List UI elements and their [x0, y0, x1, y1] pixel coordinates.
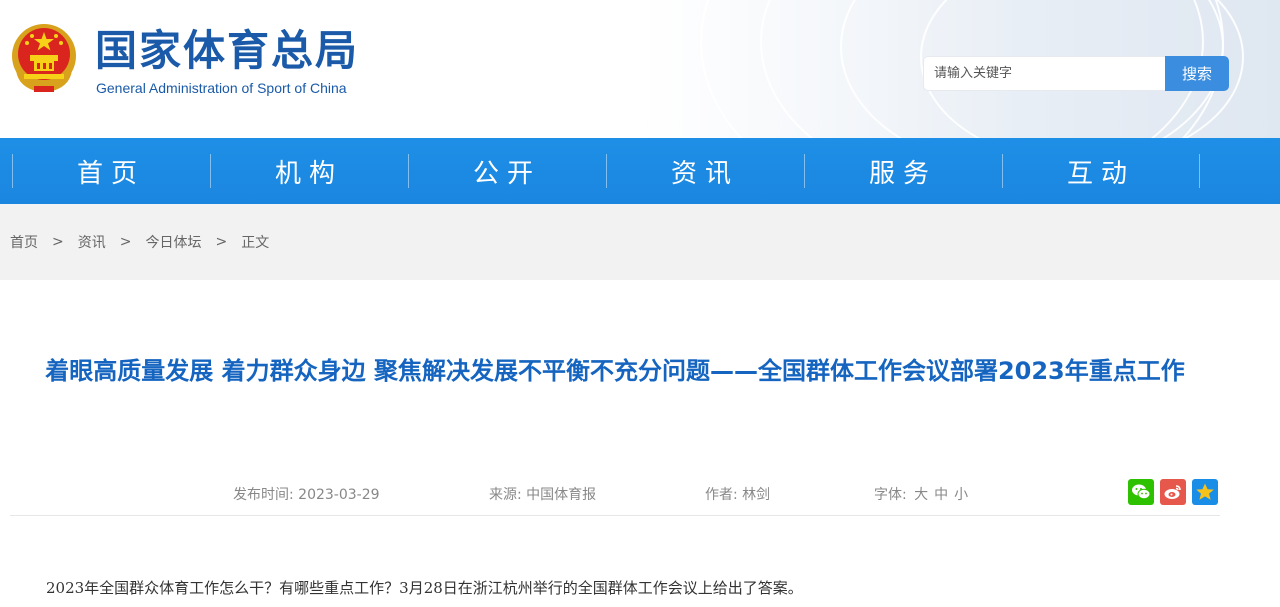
author-value: 林剑: [742, 487, 771, 503]
search-input[interactable]: [923, 56, 1165, 91]
breadcrumb-current: 正文: [241, 235, 270, 251]
font-size-large[interactable]: 大: [914, 487, 928, 503]
font-size-small[interactable]: 小: [954, 487, 968, 503]
author-info: 作者: 林剑: [705, 484, 770, 504]
author-label: 作者:: [705, 487, 738, 503]
search-box: 搜索: [923, 56, 1229, 91]
national-emblem-icon[interactable]: [10, 20, 78, 94]
breadcrumb-today-sports[interactable]: 今日体坛: [145, 232, 201, 252]
font-size-medium[interactable]: 中: [934, 487, 948, 503]
publish-label: 发布时间:: [233, 487, 294, 503]
breadcrumb-news[interactable]: 资讯: [78, 232, 106, 252]
search-button[interactable]: 搜索: [1165, 56, 1229, 91]
nav-item-home[interactable]: 首页: [12, 138, 210, 204]
site-logo-english[interactable]: General Administration of Sport of China: [96, 80, 347, 96]
breadcrumb: 首页 > 资讯 > 今日体坛 > 正文: [10, 232, 269, 252]
breadcrumb-separator: >: [215, 234, 228, 250]
publish-date: 2023-03-29: [298, 487, 380, 503]
weibo-icon[interactable]: [1160, 479, 1186, 505]
wechat-icon[interactable]: [1128, 479, 1154, 505]
font-size-label: 字体:: [874, 487, 907, 503]
nav-item-public[interactable]: 公开: [408, 138, 606, 204]
main-nav: 首页 机构 公开 资讯 服务 互动: [0, 138, 1280, 204]
breadcrumb-separator: >: [52, 234, 64, 250]
source-info: 来源: 中国体育报: [489, 484, 596, 504]
breadcrumb-separator: >: [119, 234, 132, 250]
nav-item-news[interactable]: 资讯: [606, 138, 804, 204]
nav-item-interaction[interactable]: 互动: [1002, 138, 1200, 204]
source-value: 中国体育报: [526, 487, 597, 503]
publish-info: 发布时间: 2023-03-29: [233, 484, 380, 504]
nav-item-services[interactable]: 服务: [804, 138, 1002, 204]
qzone-icon[interactable]: [1192, 479, 1218, 505]
site-logo-chinese[interactable]: 国家体育总局: [95, 27, 359, 75]
article-title: 着眼高质量发展 着力群众身边 聚焦解决发展不平衡不充分问题——全国群体工作会议部…: [45, 357, 1185, 385]
article-meta: 发布时间: 2023-03-29 来源: 中国体育报 作者: 林剑 字体: 大中…: [0, 480, 1280, 506]
breadcrumb-home[interactable]: 首页: [10, 232, 38, 252]
meta-divider: [10, 515, 1220, 516]
source-label: 来源:: [489, 487, 522, 503]
site-header: 国家体育总局 General Administration of Sport o…: [0, 0, 1280, 138]
font-size-control: 字体: 大中小: [874, 484, 971, 504]
article-paragraph: 2023年全国群众体育工作怎么干？有哪些重点工作？3月28日在浙江杭州举行的全国…: [46, 579, 803, 597]
nav-item-organization[interactable]: 机构: [210, 138, 408, 204]
